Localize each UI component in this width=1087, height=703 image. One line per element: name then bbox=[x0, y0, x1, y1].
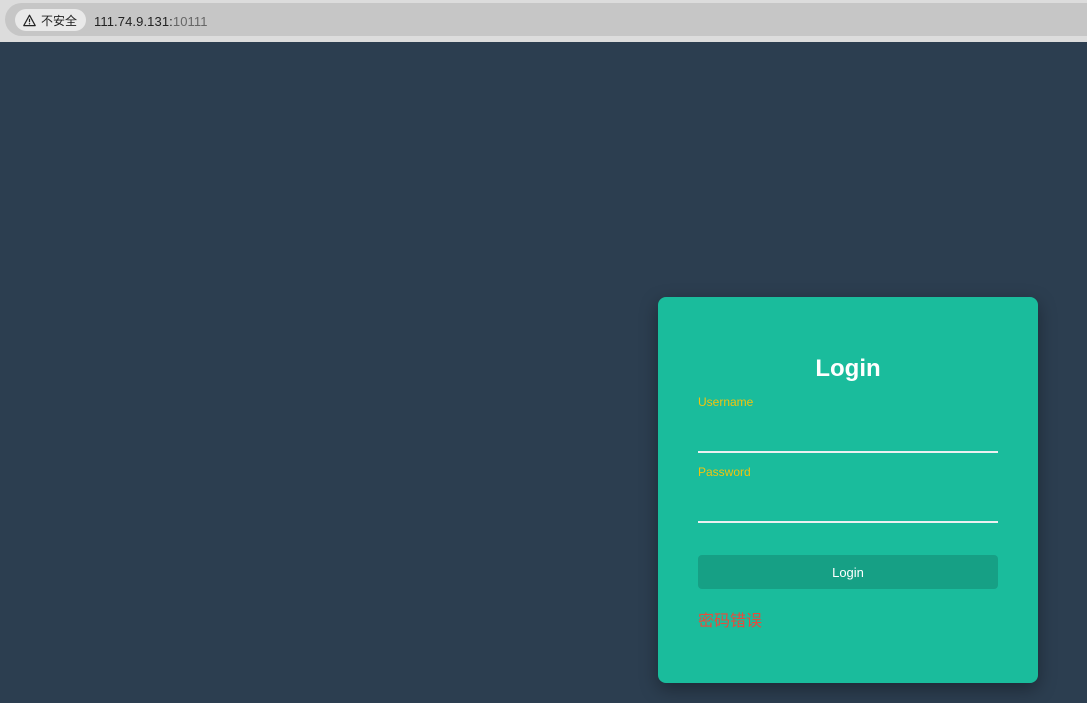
url-text[interactable]: 111.74.9.131:10111 bbox=[94, 14, 208, 29]
password-input[interactable] bbox=[698, 495, 998, 523]
security-label: 不安全 bbox=[41, 13, 78, 28]
username-label: Username bbox=[698, 395, 754, 409]
address-bar[interactable]: 不安全 111.74.9.131:10111 bbox=[5, 3, 1087, 36]
login-title: Login bbox=[815, 355, 881, 382]
warning-triangle-icon bbox=[23, 14, 36, 27]
login-card: Login Username Password Login 密码错误 bbox=[658, 297, 1038, 683]
url-port: 10111 bbox=[172, 14, 208, 29]
url-host: 111.74.9.131: bbox=[94, 14, 173, 29]
password-label: Password bbox=[698, 465, 751, 479]
username-input[interactable] bbox=[698, 425, 998, 453]
error-message: 密码错误 bbox=[698, 611, 763, 630]
login-button[interactable]: Login bbox=[698, 555, 998, 589]
browser-toolbar: 不安全 111.74.9.131:10111 bbox=[0, 0, 1087, 42]
security-indicator[interactable]: 不安全 bbox=[15, 9, 87, 31]
